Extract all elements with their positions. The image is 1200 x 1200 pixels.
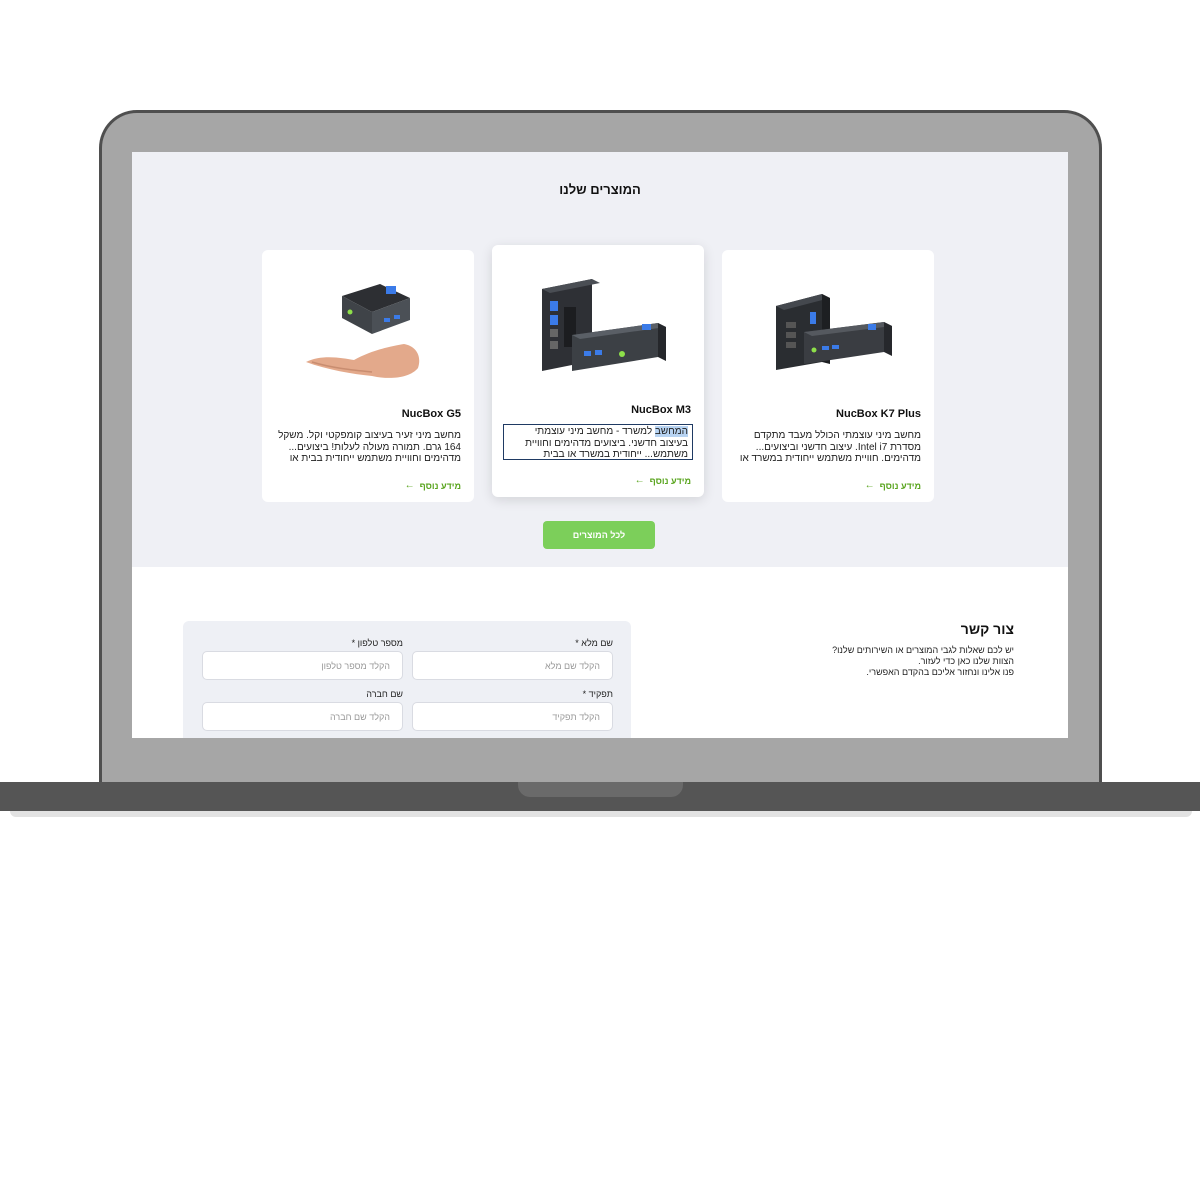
company-label: שם חברה	[366, 689, 403, 699]
contact-text: יש לכם שאלות לגבי המוצרים או השירותים של…	[832, 645, 1014, 678]
all-products-button[interactable]: לכל המוצרים	[543, 521, 655, 549]
more-info-label: מידע נוסף	[879, 480, 921, 491]
nucbox-k7-plus-image	[776, 294, 892, 370]
arrow-left-icon: ←	[864, 480, 875, 491]
role-label: תפקיד *	[582, 689, 613, 699]
product-card-k7-plus[interactable]: NucBox K7 Plus מחשב מיני עוצמתי הכולל מע…	[722, 250, 934, 502]
full-name-field[interactable]: הקלד שם מלא	[412, 651, 613, 680]
product-description: מחשב מיני זעיר בעיצוב קומפקטי וקל. משקל …	[278, 430, 461, 464]
company-field[interactable]: הקלד שם חברה	[202, 702, 403, 731]
product-description: מחשב מיני עוצמתי הכולל מעבד מתקדם מסדרת …	[739, 430, 921, 464]
more-info-label: מידע נוסף	[419, 480, 461, 491]
contact-text-line: הצוות שלנו כאן כדי לעזור.	[918, 656, 1014, 666]
product-name: NucBox K7 Plus	[836, 408, 921, 420]
laptop-shadow	[10, 811, 1192, 817]
laptop-notch	[518, 782, 683, 797]
arrow-left-icon: ←	[404, 480, 415, 491]
arrow-left-icon: ←	[634, 475, 645, 486]
more-info-link[interactable]: מידע נוסף ←	[865, 480, 921, 491]
contact-form: שם מלא * הקלד שם מלא מספר טלפון * הקלד מ…	[183, 621, 631, 738]
more-info-link[interactable]: מידע נוסף ←	[635, 475, 691, 486]
product-name: NucBox G5	[401, 408, 461, 420]
products-section: המוצרים שלנו NucBox K7 Plus מחשב מיני עו…	[132, 152, 1068, 567]
laptop-screen: המוצרים שלנו NucBox K7 Plus מחשב מיני עו…	[132, 152, 1068, 738]
nucbox-m3-image	[542, 279, 666, 371]
product-card-m3[interactable]: NucBox M3 המחשב למשרד - מחשב מיני עוצמתי…	[492, 245, 704, 497]
full-name-label: שם מלא *	[575, 638, 613, 648]
product-name: NucBox M3	[631, 404, 691, 416]
products-title: המוצרים שלנו	[559, 182, 641, 197]
phone-field[interactable]: הקלד מספר טלפון	[202, 651, 403, 680]
more-info-link[interactable]: מידע נוסף ←	[405, 480, 461, 491]
product-card-g5[interactable]: NucBox G5 מחשב מיני זעיר בעיצוב קומפקטי …	[262, 250, 474, 502]
selected-text: המחשב	[654, 426, 688, 437]
contact-text-line: פנו אלינו ונחזור אליכם בהקדם האפשרי.	[866, 667, 1014, 677]
phone-label: מספר טלפון *	[351, 638, 403, 648]
role-field[interactable]: הקלד תפקיד	[412, 702, 613, 731]
contact-title: צור קשר	[960, 621, 1014, 637]
more-info-label: מידע נוסף	[649, 475, 691, 486]
contact-text-line: יש לכם שאלות לגבי המוצרים או השירותים של…	[832, 645, 1014, 655]
product-description-editing[interactable]: המחשב למשרד - מחשב מיני עוצמתי בעיצוב חד…	[503, 424, 693, 460]
nucbox-g5-image	[306, 284, 420, 378]
